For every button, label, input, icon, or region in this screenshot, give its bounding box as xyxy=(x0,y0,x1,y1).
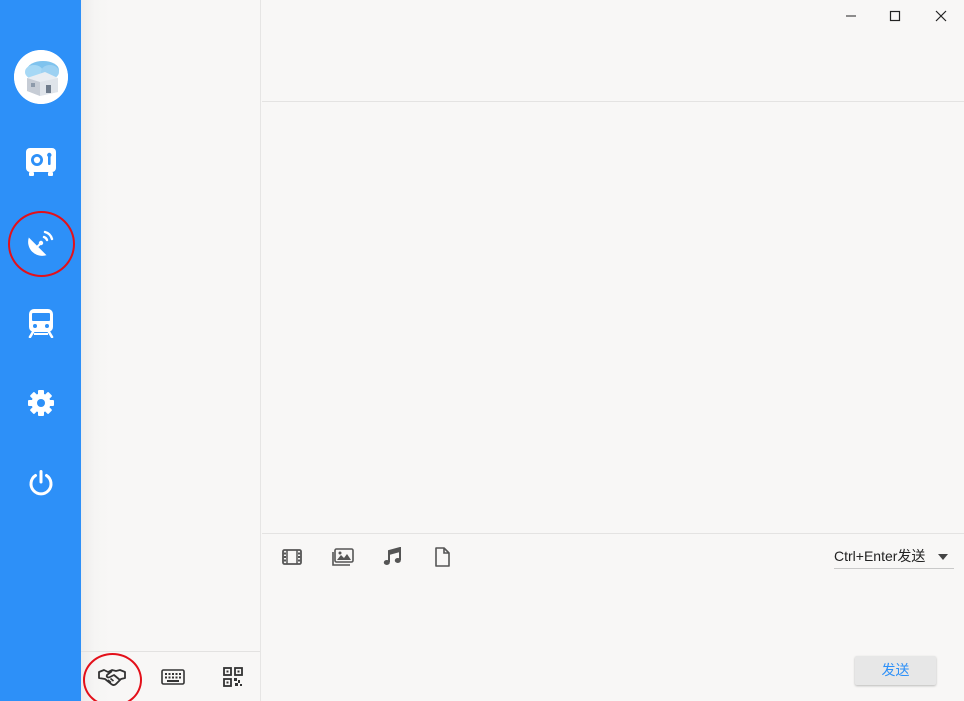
rail-train-button[interactable] xyxy=(15,297,67,349)
avatar-image xyxy=(14,50,68,104)
safe-icon xyxy=(26,148,56,176)
qr-code-icon xyxy=(223,667,243,687)
power-icon xyxy=(29,470,53,496)
rail-power-button[interactable] xyxy=(15,457,67,509)
send-mode-label: Ctrl+Enter发送 xyxy=(834,548,926,564)
maximize-button[interactable] xyxy=(880,4,910,28)
app-window: Ctrl+Enter发送 发送 xyxy=(0,0,964,701)
image-icon xyxy=(332,548,354,566)
close-button[interactable] xyxy=(926,4,956,28)
toolbar-divider xyxy=(262,533,964,534)
close-icon xyxy=(935,10,947,22)
send-button[interactable]: 发送 xyxy=(855,656,936,685)
keyboard-icon xyxy=(161,669,185,685)
send-audio-button[interactable] xyxy=(380,545,404,569)
chevron-down-icon xyxy=(938,554,948,560)
keyboard-button[interactable] xyxy=(155,660,191,694)
satellite-dish-icon xyxy=(28,230,54,256)
qr-code-button[interactable] xyxy=(215,660,251,694)
send-video-button[interactable] xyxy=(280,545,304,569)
maximize-icon xyxy=(889,10,901,22)
chat-area: Ctrl+Enter发送 发送 xyxy=(262,0,964,701)
music-icon xyxy=(383,547,401,565)
send-mode-dropdown[interactable]: Ctrl+Enter发送 xyxy=(834,545,954,569)
handshake-button[interactable] xyxy=(94,660,130,694)
file-icon xyxy=(435,547,450,567)
message-input[interactable] xyxy=(274,578,950,648)
rail-settings-button[interactable] xyxy=(15,377,67,429)
gear-icon xyxy=(28,390,54,416)
header-divider xyxy=(262,101,964,102)
send-file-button[interactable] xyxy=(430,545,454,569)
send-image-button[interactable] xyxy=(331,545,355,569)
video-file-icon xyxy=(282,549,302,565)
contact-list-panel xyxy=(81,0,261,701)
minimize-button[interactable] xyxy=(836,4,866,28)
avatar[interactable] xyxy=(14,50,68,104)
train-icon xyxy=(28,309,54,338)
list-divider xyxy=(81,651,260,652)
minimize-icon xyxy=(846,15,856,17)
rail-satellite-button[interactable] xyxy=(15,217,67,269)
handshake-icon xyxy=(98,669,126,686)
rail-safe-button[interactable] xyxy=(15,136,67,188)
nav-rail xyxy=(0,0,81,701)
